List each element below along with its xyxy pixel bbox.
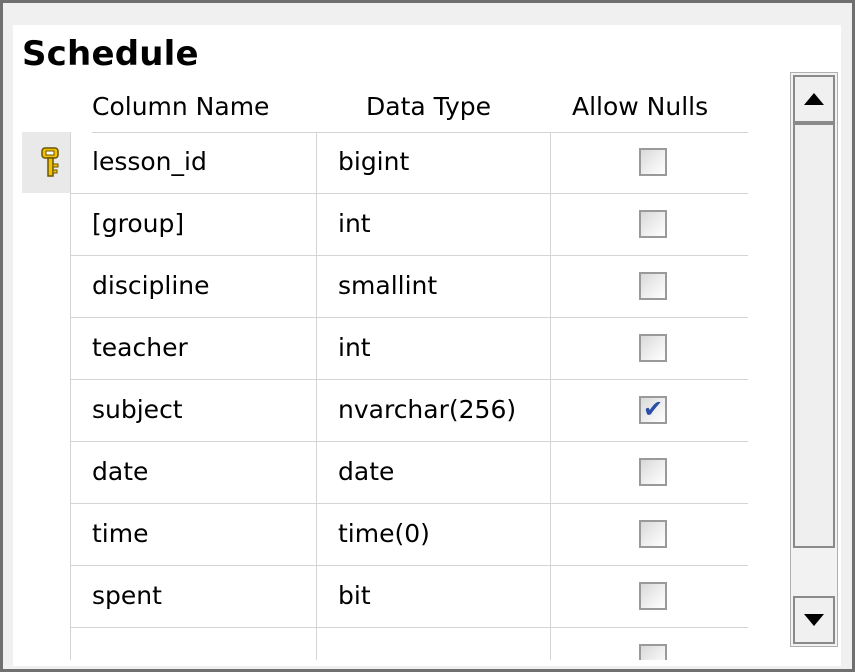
data-type-text: smallint xyxy=(338,271,438,300)
columns-grid: Column Name Data Type Allow Nulls lesson… xyxy=(22,80,748,660)
row-selector[interactable] xyxy=(22,194,70,255)
cell-column-name[interactable]: teacher xyxy=(70,318,317,380)
allow-nulls-checkbox[interactable] xyxy=(639,458,667,486)
cell-allow-nulls xyxy=(550,566,748,628)
cell-data-type[interactable]: nvarchar(256) xyxy=(316,380,551,442)
triangle-up-icon xyxy=(804,93,824,105)
cell-data-type[interactable]: int xyxy=(316,194,551,256)
table-row[interactable]: time time(0) xyxy=(22,504,748,566)
cell-column-name[interactable] xyxy=(70,628,317,660)
cell-column-name[interactable]: [group] xyxy=(70,194,317,256)
data-type-text: bit xyxy=(338,581,371,610)
cell-allow-nulls: ✔ xyxy=(550,380,748,442)
row-selector[interactable] xyxy=(22,504,70,565)
column-name-text: teacher xyxy=(92,333,188,362)
allow-nulls-checkbox[interactable] xyxy=(639,582,667,610)
data-type-text: int xyxy=(338,333,371,362)
scrollbar-thumb[interactable] xyxy=(793,123,835,548)
cell-column-name[interactable]: subject xyxy=(70,380,317,442)
table-row[interactable]: [group] int xyxy=(22,194,748,256)
column-name-text: discipline xyxy=(92,271,210,300)
cell-data-type[interactable]: int xyxy=(316,318,551,380)
table-row[interactable] xyxy=(22,628,748,660)
column-name-text: subject xyxy=(92,395,183,424)
table-row[interactable]: date date xyxy=(22,442,748,504)
data-type-text: nvarchar(256) xyxy=(338,395,517,424)
table-row[interactable]: subject nvarchar(256) ✔ xyxy=(22,380,748,442)
allow-nulls-checkbox[interactable] xyxy=(639,272,667,300)
cell-data-type[interactable]: time(0) xyxy=(316,504,551,566)
cell-data-type[interactable]: smallint xyxy=(316,256,551,318)
cell-data-type[interactable]: date xyxy=(316,442,551,504)
allow-nulls-checkbox[interactable]: ✔ xyxy=(639,395,667,424)
column-name-text: time xyxy=(92,519,149,548)
table-row[interactable]: spent bit xyxy=(22,566,748,628)
allow-nulls-checkbox[interactable] xyxy=(639,210,667,238)
cell-data-type[interactable]: bit xyxy=(316,566,551,628)
cell-allow-nulls xyxy=(550,628,748,660)
data-type-text: date xyxy=(338,457,395,486)
cell-allow-nulls xyxy=(550,442,748,504)
allow-nulls-checkbox[interactable] xyxy=(639,520,667,548)
row-selector[interactable] xyxy=(22,566,70,627)
header-allow-nulls[interactable]: Allow Nulls xyxy=(572,92,708,121)
scroll-down-button[interactable] xyxy=(793,596,835,644)
header-data-type[interactable]: Data Type xyxy=(366,92,491,121)
table-row[interactable]: lesson_id bigint xyxy=(22,132,748,194)
table-row[interactable]: discipline smallint xyxy=(22,256,748,318)
triangle-down-icon xyxy=(804,614,824,626)
allow-nulls-checkbox[interactable] xyxy=(639,334,667,362)
cell-allow-nulls xyxy=(550,318,748,380)
row-selector[interactable] xyxy=(22,256,70,317)
checkmark-icon: ✔ xyxy=(643,395,664,423)
vertical-scrollbar[interactable] xyxy=(790,72,838,647)
column-name-text: lesson_id xyxy=(92,147,207,176)
data-type-text: bigint xyxy=(338,147,410,176)
row-selector[interactable] xyxy=(22,442,70,503)
row-selector[interactable] xyxy=(22,628,70,660)
cell-data-type[interactable]: bigint xyxy=(316,132,551,194)
allow-nulls-checkbox[interactable] xyxy=(639,148,667,176)
row-selector[interactable] xyxy=(22,318,70,379)
row-selector[interactable] xyxy=(22,132,70,193)
data-type-text: time(0) xyxy=(338,519,430,548)
row-selector[interactable] xyxy=(22,380,70,441)
cell-allow-nulls xyxy=(550,132,748,194)
allow-nulls-checkbox[interactable] xyxy=(639,644,667,660)
data-type-text: int xyxy=(338,209,371,238)
cell-allow-nulls xyxy=(550,194,748,256)
cell-allow-nulls xyxy=(550,256,748,318)
cell-data-type[interactable] xyxy=(316,628,551,660)
grid-header: Column Name Data Type Allow Nulls xyxy=(22,80,748,132)
column-name-text: [group] xyxy=(92,209,185,238)
cell-column-name[interactable]: discipline xyxy=(70,256,317,318)
cell-column-name[interactable]: lesson_id xyxy=(70,132,317,194)
table-title: Schedule xyxy=(22,34,199,74)
column-name-text: spent xyxy=(92,581,162,610)
header-column-name[interactable]: Column Name xyxy=(92,92,269,121)
key-icon xyxy=(41,147,59,177)
scroll-up-button[interactable] xyxy=(793,75,835,123)
cell-column-name[interactable]: spent xyxy=(70,566,317,628)
cell-column-name[interactable]: time xyxy=(70,504,317,566)
header-divider xyxy=(92,132,748,133)
table-row[interactable]: teacher int xyxy=(22,318,748,380)
cell-allow-nulls xyxy=(550,504,748,566)
cell-column-name[interactable]: date xyxy=(70,442,317,504)
column-name-text: date xyxy=(92,457,149,486)
